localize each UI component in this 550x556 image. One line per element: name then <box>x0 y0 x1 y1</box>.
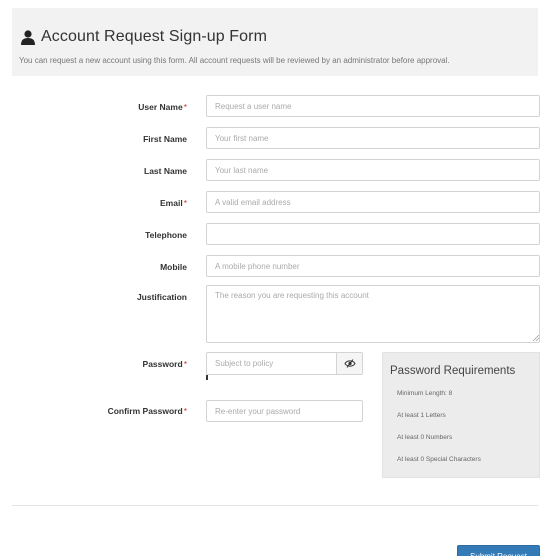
justification-textarea[interactable] <box>206 285 540 343</box>
required-marker: * <box>183 198 187 208</box>
form-divider <box>12 505 538 506</box>
password-requirements-panel: Password Requirements Minimum Length: 8 … <box>382 352 540 478</box>
mobile-label: Mobile <box>160 262 187 272</box>
telephone-label: Telephone <box>145 230 187 240</box>
user-icon <box>21 29 35 45</box>
required-marker: * <box>183 102 187 112</box>
mobile-input[interactable] <box>206 255 540 277</box>
password-input-group <box>206 352 363 375</box>
password-strength-bar <box>206 375 208 380</box>
last-name-input[interactable] <box>206 159 540 181</box>
first-name-input[interactable] <box>206 127 540 149</box>
confirm-password-label: Confirm Password* <box>107 406 187 416</box>
password-input[interactable] <box>207 353 336 374</box>
required-marker: * <box>183 406 187 416</box>
last-name-label: Last Name <box>144 166 187 176</box>
username-label: User Name* <box>138 102 187 112</box>
email-input[interactable] <box>206 191 540 213</box>
page-subtitle: You can request a new account using this… <box>19 56 450 65</box>
page-title-text: Account Request Sign-up Form <box>41 28 268 45</box>
requirement-item: At least 1 Letters <box>397 412 446 419</box>
confirm-password-input[interactable] <box>206 400 363 422</box>
email-label: Email* <box>160 198 187 208</box>
justification-label: Justification <box>136 292 187 302</box>
form-header: Account Request Sign-up Form You can req… <box>12 8 538 76</box>
requirement-item: At least 0 Special Characters <box>397 456 481 463</box>
required-marker: * <box>183 359 187 369</box>
first-name-label: First Name <box>143 134 187 144</box>
eye-icon <box>343 359 356 368</box>
requirement-item: Minimum Length: 8 <box>397 390 453 397</box>
password-label: Password* <box>142 359 187 369</box>
requirement-item: At least 0 Numbers <box>397 434 453 441</box>
password-visibility-toggle[interactable] <box>336 353 362 374</box>
telephone-input[interactable] <box>206 223 540 245</box>
submit-request-button[interactable]: Submit Request <box>457 545 540 556</box>
username-input[interactable] <box>206 95 540 117</box>
page-title: Account Request Sign-up Form <box>21 28 267 46</box>
password-requirements-title: Password Requirements <box>390 365 516 377</box>
